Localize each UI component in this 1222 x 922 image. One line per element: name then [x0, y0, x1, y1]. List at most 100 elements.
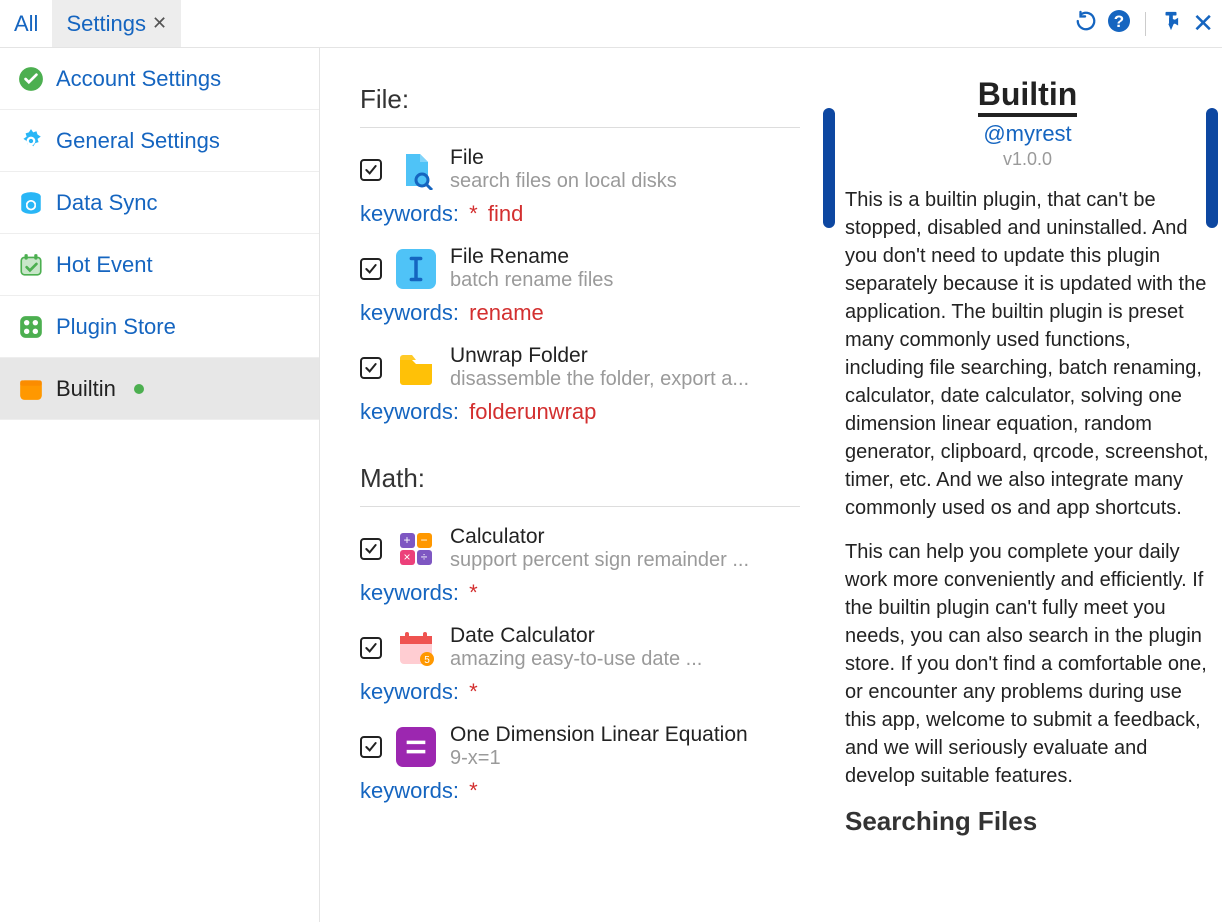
gear-icon [18, 128, 44, 154]
calculator-icon: +−×÷ [396, 529, 436, 569]
feature-desc: batch rename files [450, 269, 613, 292]
sidebar-item-label: Plugin Store [56, 314, 176, 340]
feature-text: Date Calculator amazing easy-to-use date… [450, 624, 702, 671]
divider [360, 506, 800, 507]
scroll-indicator-left[interactable] [823, 108, 835, 228]
tab-settings[interactable]: Settings ✕ [52, 0, 181, 47]
keywords-row: keywords: * find [360, 201, 822, 227]
close-icon[interactable]: ✕ [152, 13, 167, 34]
sidebar-item-general[interactable]: General Settings [0, 110, 319, 172]
feature-desc: disassemble the folder, export a... [450, 368, 749, 391]
tab-all[interactable]: All [0, 0, 52, 47]
scroll-indicator-right[interactable] [1206, 108, 1218, 228]
main: Account Settings General Settings Data S… [0, 48, 1222, 922]
equation-icon [396, 727, 436, 767]
keywords-label: keywords: [360, 580, 459, 605]
sidebar-item-pluginstore[interactable]: Plugin Store [0, 296, 319, 358]
tab-bar: All Settings ✕ [0, 0, 181, 47]
package-icon [18, 376, 44, 402]
keywords-label: keywords: [360, 778, 459, 803]
checkbox-file-rename[interactable] [360, 258, 382, 280]
feature-file-rename: File Rename batch rename files [360, 245, 822, 292]
top-actions: ? ✕ [1075, 8, 1214, 39]
top-bar: All Settings ✕ ? ✕ [0, 0, 1222, 48]
keywords-star: * [469, 679, 478, 704]
feature-name: One Dimension Linear Equation [450, 723, 748, 747]
keywords-value[interactable]: folderunwrap [469, 399, 596, 424]
sidebar-item-builtin[interactable]: Builtin [0, 358, 319, 420]
details-title: Builtin [978, 76, 1078, 117]
active-dot-icon [134, 384, 144, 394]
checkbox-unwrap-folder[interactable] [360, 357, 382, 379]
rename-icon [396, 249, 436, 289]
sidebar: Account Settings General Settings Data S… [0, 48, 320, 922]
divider [360, 127, 800, 128]
checkbox-calculator[interactable] [360, 538, 382, 560]
feature-desc: amazing easy-to-use date ... [450, 648, 702, 671]
puzzle-grid-icon [18, 314, 44, 340]
keywords-label: keywords: [360, 679, 459, 704]
sidebar-item-label: General Settings [56, 128, 220, 154]
sidebar-item-sync[interactable]: Data Sync [0, 172, 319, 234]
keywords-row: keywords: folderunwrap [360, 399, 822, 425]
pin-icon[interactable] [1160, 10, 1182, 37]
sidebar-item-label: Hot Event [56, 252, 153, 278]
feature-name: File [450, 146, 677, 170]
feature-calculator: +−×÷ Calculator support percent sign rem… [360, 525, 822, 572]
close-app-icon[interactable]: ✕ [1192, 8, 1214, 39]
feature-file: File search files on local disks [360, 146, 822, 193]
feature-linear-equation: One Dimension Linear Equation 9-x=1 [360, 723, 822, 770]
details-header: Builtin [845, 76, 1210, 117]
details-version: v1.0.0 [845, 149, 1210, 170]
folder-icon [396, 348, 436, 388]
sidebar-item-label: Account Settings [56, 66, 221, 92]
keywords-label: keywords: [360, 399, 459, 424]
details-paragraph-1: This is a builtin plugin, that can't be … [845, 186, 1210, 522]
keywords-star: * [469, 201, 478, 226]
content-pane: File: File search files on local disks k… [320, 48, 822, 922]
group-math-title: Math: [360, 463, 822, 494]
checkbox-linear-equation[interactable] [360, 736, 382, 758]
keywords-value[interactable]: rename [469, 300, 544, 325]
feature-desc: search files on local disks [450, 170, 677, 193]
sidebar-item-account[interactable]: Account Settings [0, 48, 319, 110]
feature-text: Unwrap Folder disassemble the folder, ex… [450, 344, 749, 391]
keywords-row: keywords: * [360, 580, 822, 606]
svg-text:×: × [403, 550, 410, 564]
help-icon[interactable]: ? [1107, 9, 1131, 38]
keywords-value[interactable]: find [488, 201, 523, 226]
checkbox-file[interactable] [360, 159, 382, 181]
checkbox-date-calculator[interactable] [360, 637, 382, 659]
details-subheading: Searching Files [845, 806, 1210, 837]
keywords-row: keywords: * [360, 679, 822, 705]
feature-text: Calculator support percent sign remainde… [450, 525, 749, 572]
feature-name: Date Calculator [450, 624, 702, 648]
sidebar-item-hotevent[interactable]: Hot Event [0, 234, 319, 296]
keywords-label: keywords: [360, 201, 459, 226]
refresh-icon[interactable] [1075, 10, 1097, 37]
feature-name: Calculator [450, 525, 749, 549]
feature-text: One Dimension Linear Equation 9-x=1 [450, 723, 748, 770]
feature-desc: support percent sign remainder ... [450, 549, 749, 572]
sidebar-item-label: Data Sync [56, 190, 158, 216]
keywords-star: * [469, 580, 478, 605]
keywords-label: keywords: [360, 300, 459, 325]
separator [1145, 12, 1146, 36]
feature-name: Unwrap Folder [450, 344, 749, 368]
group-file-title: File: [360, 84, 822, 115]
svg-text:+: + [403, 533, 410, 547]
keywords-row: keywords: rename [360, 300, 822, 326]
tab-all-label: All [14, 11, 38, 37]
feature-unwrap-folder: Unwrap Folder disassemble the folder, ex… [360, 344, 822, 391]
feature-text: File Rename batch rename files [450, 245, 613, 292]
svg-text:?: ? [1114, 12, 1124, 31]
calendar-check-icon [18, 252, 44, 278]
details-author[interactable]: @myrest [845, 121, 1210, 147]
svg-text:5: 5 [424, 655, 430, 666]
details-pane: Builtin @myrest v1.0.0 This is a builtin… [822, 48, 1222, 922]
tab-settings-label: Settings [66, 11, 146, 37]
svg-text:−: − [420, 533, 427, 547]
sidebar-item-label: Builtin [56, 376, 116, 402]
feature-text: File search files on local disks [450, 146, 677, 193]
calendar-icon: 5 [396, 628, 436, 668]
